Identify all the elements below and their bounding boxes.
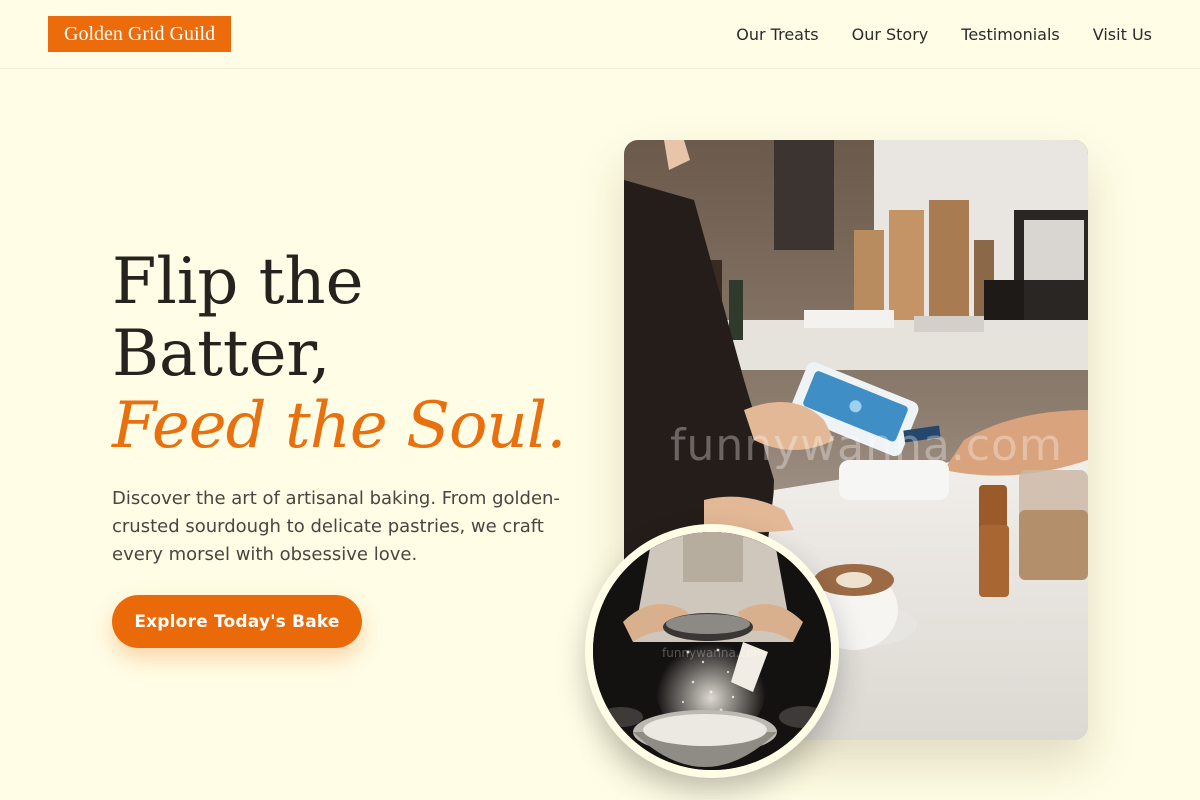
flour-sifting-photo [585,524,839,778]
flour-sifting-illustration [593,532,831,770]
nav-link-testimonials[interactable]: Testimonials [961,25,1060,44]
site-header: Golden Grid Guild Our Treats Our Story T… [0,0,1200,69]
nav-link-our-story[interactable]: Our Story [852,25,929,44]
nav-link-visit-us[interactable]: Visit Us [1093,25,1152,44]
brand-logo[interactable]: Golden Grid Guild [48,16,232,52]
main-nav: Our Treats Our Story Testimonials Visit … [736,22,1152,46]
nav-link-our-treats[interactable]: Our Treats [736,25,818,44]
hero-description: Discover the art of artisanal baking. Fr… [112,488,560,565]
flour-sifting-photo-inner [593,532,831,770]
hero-title-line-2: Batter, [112,317,331,391]
hero-title: Flip the Batter, Feed the Soul. [112,246,592,462]
hero-title-accent: Feed the Soul. [112,389,567,463]
explore-todays-bake-button[interactable]: Explore Today's Bake [112,595,362,648]
hero-title-line-1: Flip the [112,245,364,319]
